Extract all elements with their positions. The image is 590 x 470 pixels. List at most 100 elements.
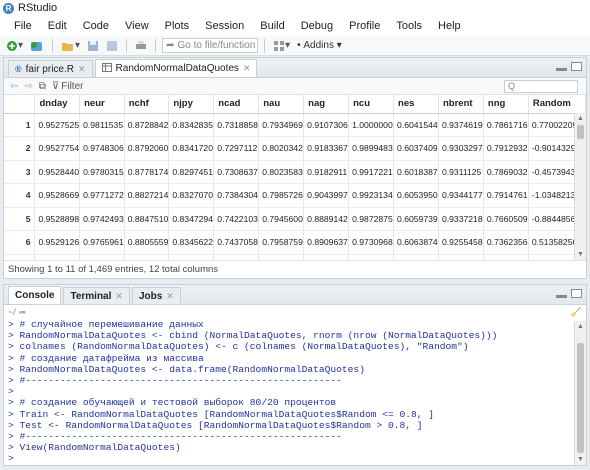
menu-file[interactable]: File xyxy=(6,16,40,36)
table-cell: 0.9043997 xyxy=(303,183,350,208)
new-file-icon[interactable]: ▾ xyxy=(4,38,25,54)
scroll-up-icon[interactable]: ▲ xyxy=(577,323,584,330)
minimize-icon[interactable] xyxy=(556,295,567,298)
table-cell: 0.8342835 xyxy=(168,113,215,137)
tab-label: Terminal xyxy=(70,290,112,302)
column-header[interactable]: nbrent xyxy=(438,95,484,114)
scroll-up-icon[interactable]: ▲ xyxy=(577,115,584,122)
console-line: > # случайное перемешивание данных xyxy=(8,319,204,330)
viewer-toolbar: ⇦ ⇨ ⧉ ⊽ Filter Q xyxy=(4,78,586,95)
print-icon[interactable] xyxy=(133,38,149,54)
console-output[interactable]: > # случайное перемешивание данных > Rand… xyxy=(4,319,586,465)
maximize-icon[interactable] xyxy=(571,62,582,71)
console-line: > RandomNormalDataQuotes <- data.frame(R… xyxy=(8,363,365,375)
menu-build[interactable]: Build xyxy=(252,16,292,36)
save-all-icon[interactable] xyxy=(104,38,120,54)
console-line: > RandomNormalDataQuotes <- cbind (Norma… xyxy=(8,330,498,342)
new-project-icon[interactable] xyxy=(28,38,46,54)
console-scrollbar[interactable]: ▲ ▼ xyxy=(574,321,586,465)
table-icon xyxy=(101,62,112,75)
table-row[interactable]: 5 0.9528898 0.9742493 0.8847510 0.8347294 0.7… xyxy=(4,207,586,231)
scroll-down-icon[interactable]: ▼ xyxy=(577,456,584,463)
column-header[interactable]: Random xyxy=(528,95,586,114)
table-row[interactable]: 1 0.9527525 0.9811535 0.8728842 0.8342835 0.7… xyxy=(4,113,586,137)
table-row[interactable]: 6 0.9529126 0.9765961 0.8805559 0.8345622 0.7… xyxy=(4,230,586,255)
clear-console-icon[interactable]: 🧹 xyxy=(571,307,582,318)
menu-view[interactable]: View xyxy=(117,16,157,36)
table-cell: 0.9182911 xyxy=(303,160,350,184)
tab-terminal[interactable]: Terminal ✕ xyxy=(63,287,130,304)
table-cell: 0.8347294 xyxy=(168,207,215,231)
column-header[interactable]: ncu xyxy=(348,95,395,114)
table-cell: 1.0000000 xyxy=(348,113,395,137)
column-header[interactable]: nchf xyxy=(124,95,170,114)
goto-dir-icon[interactable]: ➦ xyxy=(19,307,27,318)
filter-button[interactable]: ⊽ Filter xyxy=(52,81,84,92)
menu-tools[interactable]: Tools xyxy=(388,16,430,36)
column-header[interactable]: nag xyxy=(303,95,350,114)
table-cell: 0.8023583 xyxy=(258,160,305,184)
table-cell: 0.8792060 xyxy=(124,136,170,161)
close-icon[interactable]: ✕ xyxy=(166,291,174,302)
maximize-icon[interactable] xyxy=(571,289,582,298)
menu-help[interactable]: Help xyxy=(430,16,469,36)
row-number: 1 xyxy=(4,113,36,137)
addins-menu[interactable]: • Addins ▾ xyxy=(295,38,344,54)
row-number: 4 xyxy=(4,183,36,208)
toolbar-divider xyxy=(126,38,128,53)
save-icon[interactable] xyxy=(85,38,101,54)
tab-random-normal-data-quotes[interactable]: RandomNormalDataQuotes ✕ xyxy=(94,59,258,77)
tab-console[interactable]: Console xyxy=(8,286,62,304)
scroll-down-icon[interactable]: ▼ xyxy=(577,251,584,258)
viewer-search-input[interactable]: Q xyxy=(504,80,578,93)
table-cell: 0.9742493 xyxy=(79,207,125,231)
tab-jobs[interactable]: Jobs ✕ xyxy=(131,287,181,304)
scroll-thumb[interactable] xyxy=(577,343,584,453)
menu-profile[interactable]: Profile xyxy=(341,16,388,36)
console-line: > # создание обучающей и тестовой выборо… xyxy=(8,397,337,409)
column-header[interactable]: nau xyxy=(258,95,305,114)
table-cell: 0.9528669 xyxy=(34,183,81,208)
workspace-panes-icon[interactable]: ▾ xyxy=(271,38,292,54)
menu-plots[interactable]: Plots xyxy=(157,16,197,36)
table-cell: 0.9341567 xyxy=(438,254,484,260)
close-icon[interactable]: ✕ xyxy=(243,63,251,74)
addins-label: Addins xyxy=(303,40,334,51)
table-row[interactable]: 4 0.9528669 0.9771272 0.8827214 0.8327070 0.7… xyxy=(4,183,586,208)
menu-code[interactable]: Code xyxy=(75,16,117,36)
table-cell: 0.9528440 xyxy=(34,160,81,184)
source-pane: ® fair price.R ✕ RandomNormalDataQuotes … xyxy=(3,57,587,279)
column-header[interactable]: neur xyxy=(79,95,125,114)
close-icon[interactable]: ✕ xyxy=(115,291,123,302)
table-cell: 0.9311125 xyxy=(438,160,484,184)
column-header[interactable]: ncad xyxy=(213,95,260,114)
open-folder-icon[interactable]: ▾ xyxy=(59,38,82,54)
goto-file-input[interactable]: ➦ Go to file/function xyxy=(162,38,259,53)
column-header[interactable]: dnday xyxy=(34,95,81,114)
table-cell: 0.8764773 xyxy=(124,254,170,260)
column-header[interactable]: nng xyxy=(483,95,529,114)
popout-icon[interactable]: ⧉ xyxy=(39,81,46,92)
grid-scrollbar[interactable]: ▲ ▼ xyxy=(574,113,586,260)
table-row[interactable]: 2 0.9527754 0.9748306 0.8792060 0.8341720 0.7… xyxy=(4,136,586,161)
forward-arrow-icon[interactable]: ⇨ xyxy=(24,81,32,92)
table-row[interactable]: 3 0.9528440 0.9780315 0.8778174 0.8297451 0.7… xyxy=(4,160,586,184)
table-cell: 0.9872875 xyxy=(348,207,395,231)
scroll-thumb[interactable] xyxy=(577,125,584,139)
table-cell: 0.7945600 xyxy=(258,207,305,231)
minimize-icon[interactable] xyxy=(556,68,567,71)
app-title: RStudio xyxy=(18,2,58,14)
menu-debug[interactable]: Debug xyxy=(293,16,341,36)
column-header[interactable]: nes xyxy=(393,95,439,114)
column-header[interactable]: njpy xyxy=(168,95,215,114)
menu-edit[interactable]: Edit xyxy=(40,16,75,36)
table-cell: 0.8345622 xyxy=(168,230,215,255)
back-arrow-icon[interactable]: ⇦ xyxy=(10,81,18,92)
table-row[interactable]: 70.95293550.98058650.87647730.82870200.7… xyxy=(4,254,586,260)
close-icon[interactable]: ✕ xyxy=(78,64,86,75)
table-cell: 0.8020342 xyxy=(258,136,305,161)
tab-fair-price[interactable]: ® fair price.R ✕ xyxy=(8,60,93,77)
table-cell: 0.8081860 xyxy=(258,254,305,260)
menu-session[interactable]: Session xyxy=(197,16,252,36)
table-cell: 0.8287020 xyxy=(168,254,215,260)
